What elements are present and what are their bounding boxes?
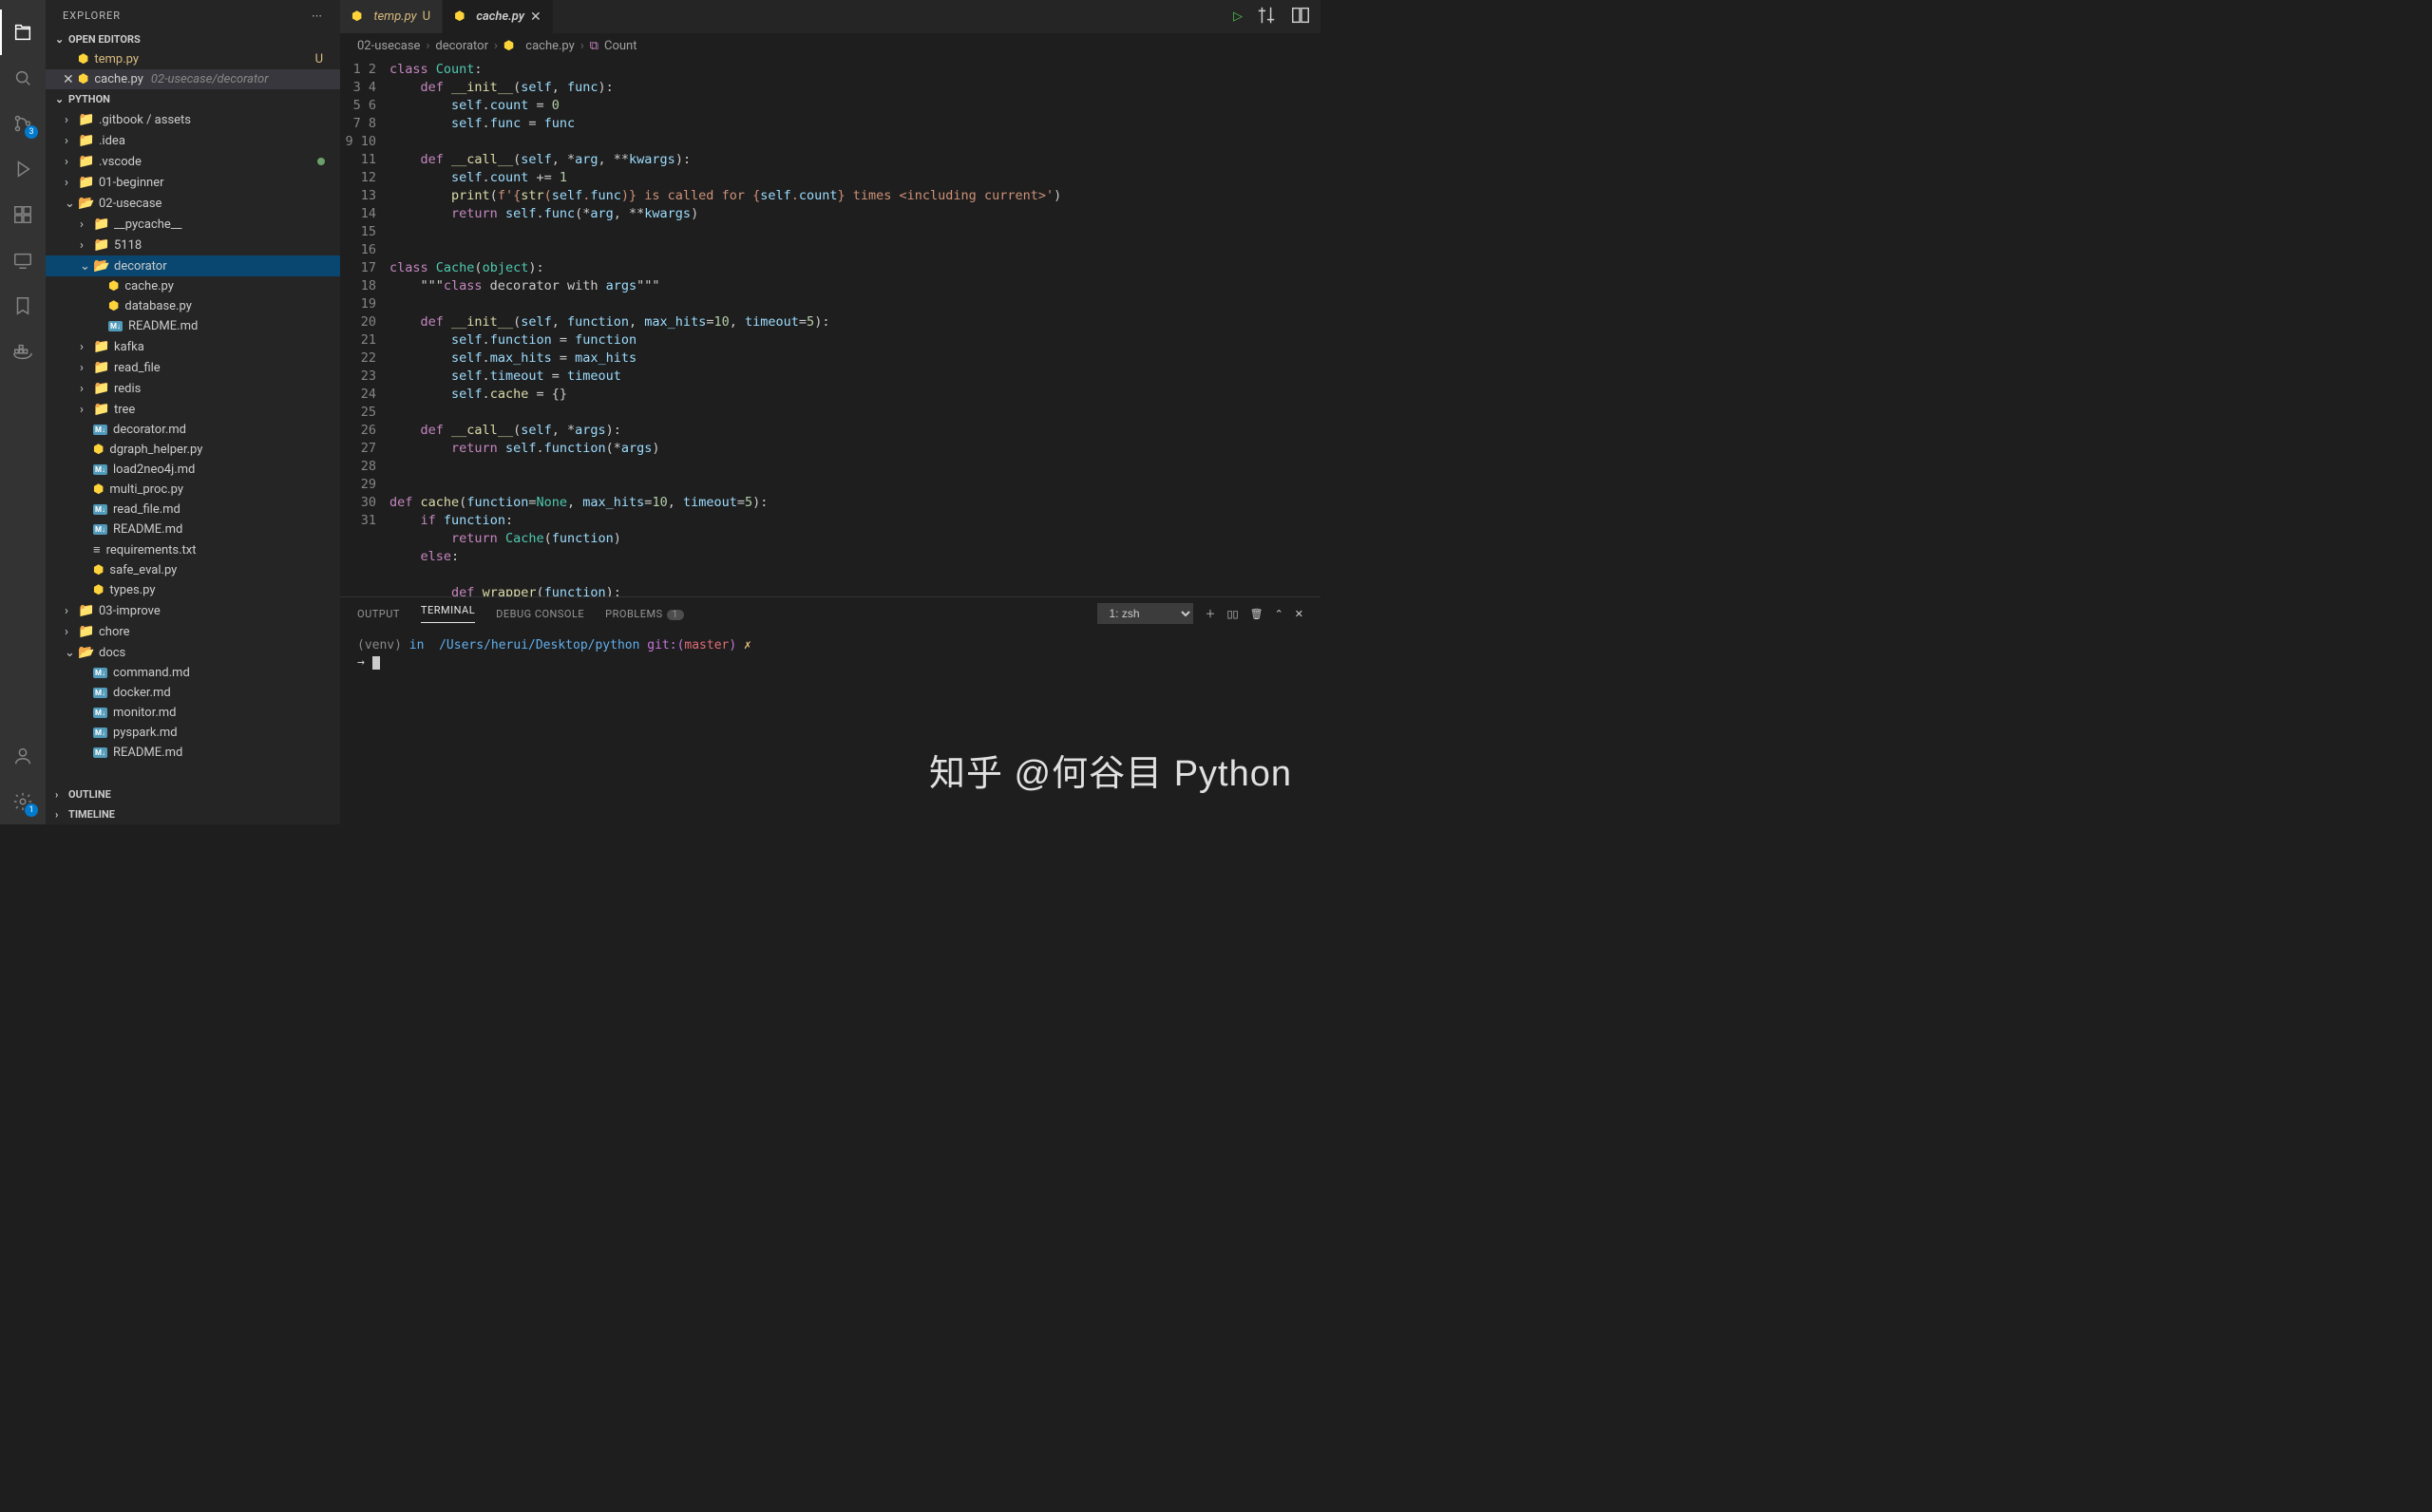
outline-header[interactable]: ›OUTLINE [46,784,340,804]
run-icon[interactable]: ▷ [1233,9,1243,24]
more-icon[interactable]: ⋯ [312,9,323,22]
tree-item[interactable]: M↓docker.md [46,683,340,703]
explorer-title: EXPLORER⋯ [46,0,340,29]
debug-icon[interactable] [0,146,46,192]
tree-item[interactable]: ›📁read_file [46,357,340,378]
project-header[interactable]: ⌄PYTHON [46,89,340,109]
tree-item[interactable]: M↓pyspark.md [46,723,340,743]
code-editor[interactable]: 1 2 3 4 5 6 7 8 9 10 11 12 13 14 15 16 1… [340,59,1320,596]
explorer-sidebar: EXPLORER⋯ ⌄OPEN EDITORS ⬢temp.pyU✕⬢cache… [46,0,340,824]
tree-item[interactable]: ⬢cache.py [46,276,340,296]
tree-item[interactable]: ⬢dgraph_helper.py [46,440,340,460]
editor-tab[interactable]: ⬢cache.py✕ [443,0,554,33]
docker-icon[interactable] [0,329,46,374]
tree-item[interactable]: ›📁__pycache__ [46,214,340,235]
trash-icon[interactable]: 🗑 [1250,608,1264,620]
diff-icon[interactable] [1256,5,1277,29]
tree-item[interactable]: M↓read_file.md [46,500,340,520]
tree-item[interactable]: ›📁5118 [46,235,340,255]
tree-item[interactable]: ⬢safe_eval.py [46,560,340,580]
tree-item[interactable]: M↓decorator.md [46,420,340,440]
tab-bar: ⬢temp.pyU⬢cache.py✕ ▷ [340,0,1320,33]
settings-icon[interactable]: 1 [0,779,46,824]
panel: OUTPUT TERMINAL DEBUG CONSOLE PROBLEMS1 … [340,596,1320,824]
problems-tab[interactable]: PROBLEMS1 [605,608,684,620]
debug-console-tab[interactable]: DEBUG CONSOLE [496,608,584,620]
scm-icon[interactable]: 3 [0,101,46,146]
editor-tab[interactable]: ⬢temp.pyU [340,0,443,33]
tree-item[interactable]: M↓README.md [46,743,340,763]
tree-item[interactable]: ›📁03-improve [46,600,340,621]
remote-icon[interactable] [0,237,46,283]
tree-item[interactable]: M↓load2neo4j.md [46,460,340,480]
breadcrumbs[interactable]: 02-usecase› decorator› ⬢cache.py› ⧉ Coun… [340,33,1320,59]
split-icon[interactable] [1290,5,1311,29]
editor-area: ⬢temp.pyU⬢cache.py✕ ▷ 02-usecase› decora… [340,0,1320,824]
account-icon[interactable] [0,733,46,779]
tree-item[interactable]: ›📁redis [46,378,340,399]
terminal-body[interactable]: (venv) in /Users/herui/Desktop/python gi… [340,630,1320,824]
tree-item[interactable]: ›📁.idea [46,130,340,151]
terminal-tab[interactable]: TERMINAL [421,604,475,623]
close-panel-icon[interactable]: ✕ [1295,608,1303,620]
timeline-header[interactable]: ›TIMELINE [46,804,340,824]
tree-item[interactable]: ⬢database.py [46,296,340,316]
tree-item[interactable]: ›📁tree [46,399,340,420]
settings-badge: 1 [25,803,38,817]
extensions-icon[interactable] [0,192,46,237]
tree-item[interactable]: M↓README.md [46,520,340,539]
tree-item[interactable]: M↓command.md [46,663,340,683]
output-tab[interactable]: OUTPUT [357,608,400,620]
tree-item[interactable]: ⌄📂decorator [46,255,340,276]
tree-item[interactable]: ›📁chore [46,621,340,642]
split-terminal-icon[interactable]: ▯▯ [1226,608,1238,620]
scm-badge: 3 [25,125,38,139]
open-editors-header[interactable]: ⌄OPEN EDITORS [46,29,340,49]
close-icon[interactable]: ✕ [530,9,542,25]
maximize-panel-icon[interactable]: ⌃ [1275,608,1283,620]
new-terminal-icon[interactable]: ＋ [1205,606,1215,621]
tree-item[interactable]: ›📁.gitbook / assets [46,109,340,130]
open-editor-item[interactable]: ⬢temp.pyU [46,49,340,69]
bookmark-icon[interactable] [0,283,46,329]
tree-item[interactable]: ⬢types.py [46,580,340,600]
search-icon[interactable] [0,55,46,101]
open-editor-item[interactable]: ✕⬢cache.py02-usecase/decorator [46,69,340,89]
terminal-selector[interactable]: 1: zsh [1097,603,1193,624]
activity-bar: 3 1 [0,0,46,824]
tree-item[interactable]: ›📁kafka [46,336,340,357]
tree-item[interactable]: M↓README.md [46,316,340,336]
tree-item[interactable]: ›📁01-beginner [46,172,340,193]
tree-item[interactable]: M↓monitor.md [46,703,340,723]
explorer-icon[interactable] [0,9,46,55]
tree-item[interactable]: ⌄📂02-usecase [46,193,340,214]
tree-item[interactable]: ⬢multi_proc.py [46,480,340,500]
close-icon[interactable]: ✕ [63,72,74,87]
tree-item[interactable]: ›📁.vscode [46,151,340,172]
tree-item[interactable]: ⌄📂docs [46,642,340,663]
tree-item[interactable]: ≡requirements.txt [46,539,340,560]
